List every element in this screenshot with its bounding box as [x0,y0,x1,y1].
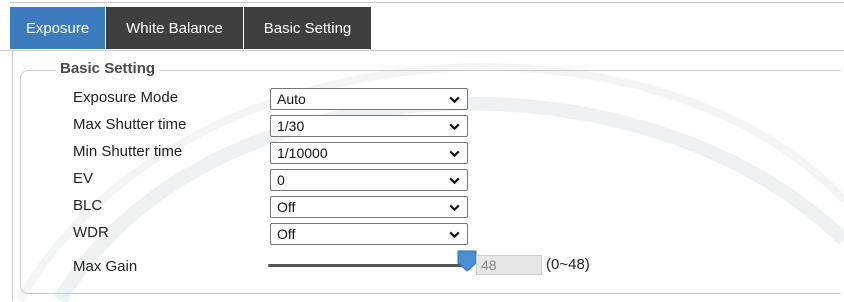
basic-setting-legend: Basic Setting [56,60,160,77]
max-gain-input[interactable]: 48 [476,255,542,275]
exposure-mode-select[interactable]: Auto [270,88,468,110]
field-row-exposure-mode: Exposure Mode Auto [70,88,490,110]
chevron-down-icon [449,150,460,158]
field-row-max-gain: Max Gain [70,257,490,279]
ev-value: 0 [277,172,285,188]
field-row-ev: EV 0 [70,169,490,191]
chevron-down-icon [449,123,460,131]
wdr-select[interactable]: Off [270,223,468,245]
tab-basic-setting[interactable]: Basic Setting [244,7,372,49]
min-shutter-value: 1/10000 [277,145,328,161]
max-shutter-value: 1/30 [277,118,305,134]
max-gain-slider-handle[interactable] [456,249,478,273]
field-row-wdr: WDR Off [70,223,490,245]
blc-label: BLC [73,197,103,214]
wdr-value: Off [277,226,296,242]
chevron-down-icon [449,204,460,212]
max-gain-range: (0~48) [546,256,590,273]
tab-basic-setting-label: Basic Setting [263,19,352,37]
blc-select[interactable]: Off [270,196,468,218]
tab-white-balance-label: White Balance [126,19,223,37]
ev-label: EV [73,170,94,187]
min-shutter-label: Min Shutter time [73,143,183,160]
max-gain-label: Max Gain [73,258,138,275]
wdr-label: WDR [73,224,109,241]
max-shutter-select[interactable]: 1/30 [270,115,468,137]
field-row-blc: BLC Off [70,196,490,218]
tab-white-balance[interactable]: White Balance [106,7,244,49]
tab-exposure-label: Exposure [25,19,90,37]
exposure-mode-value: Auto [277,91,306,107]
exposure-mode-label: Exposure Mode [73,89,179,106]
max-gain-slider-fill [268,264,464,267]
blc-value: Off [277,199,296,215]
min-shutter-select[interactable]: 1/10000 [270,142,468,164]
field-row-max-shutter: Max Shutter time 1/30 [70,115,490,137]
chevron-down-icon [449,177,460,185]
max-gain-slider-track[interactable] [268,264,464,267]
ev-select[interactable]: 0 [270,169,468,191]
tab-exposure[interactable]: Exposure [10,7,106,49]
max-shutter-label: Max Shutter time [73,116,187,133]
top-divider [10,2,844,3]
field-row-min-shutter: Min Shutter time 1/10000 [70,142,490,164]
tab-bar: Exposure White Balance Basic Setting [0,0,844,51]
chevron-down-icon [449,231,460,239]
chevron-down-icon [449,96,460,104]
